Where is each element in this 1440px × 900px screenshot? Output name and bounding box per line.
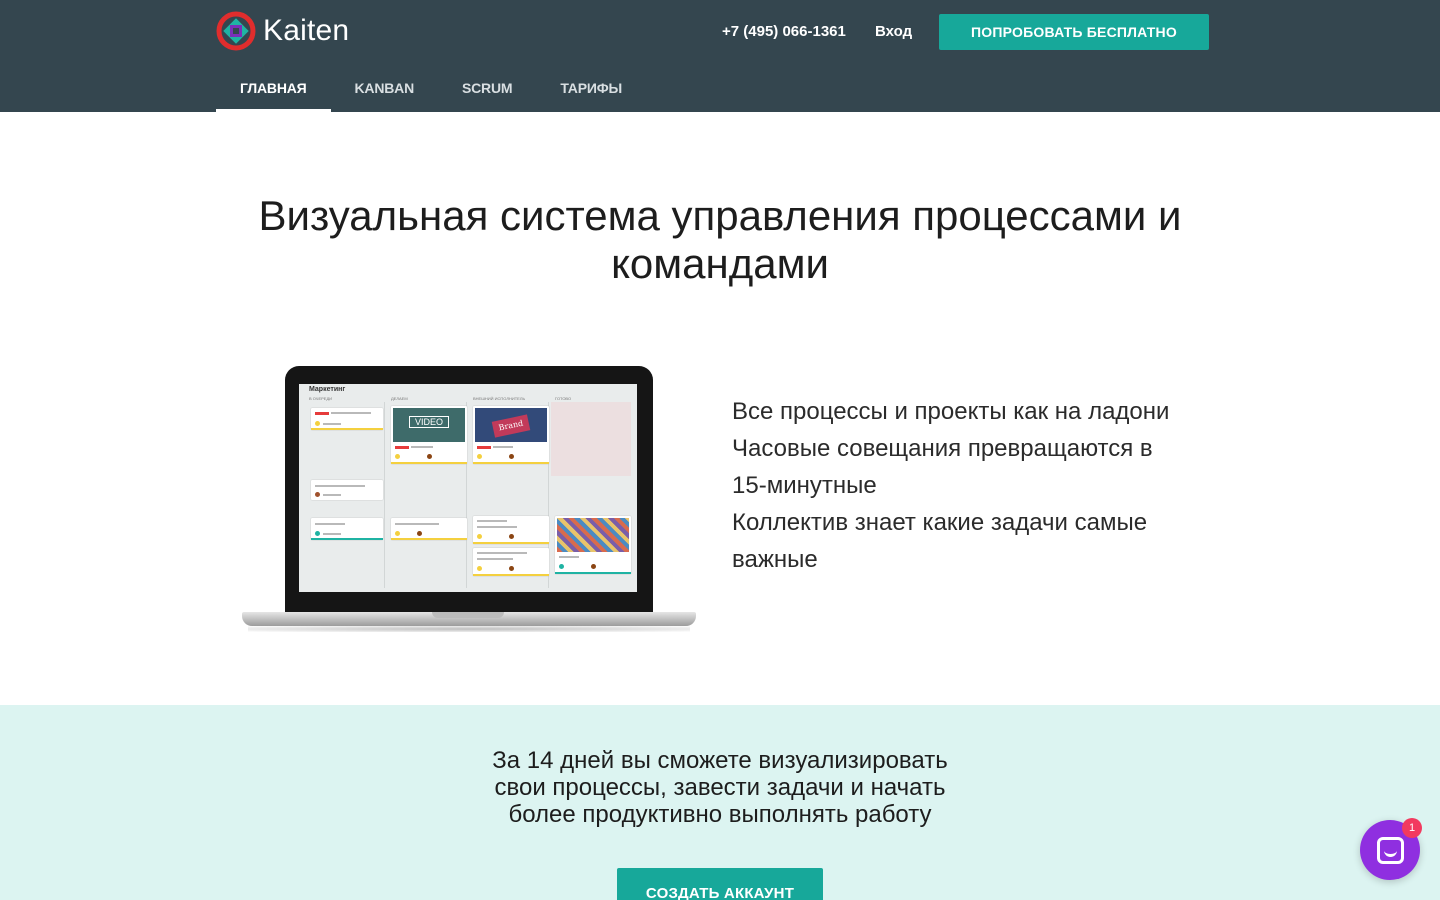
board-card (473, 516, 549, 544)
benefit-line: важные (732, 546, 818, 573)
try-free-button[interactable]: ПОПРОБОВАТЬ БЕСПЛАТНО (939, 14, 1209, 50)
hero-title-line: Визуальная система управления процессами… (258, 192, 1182, 239)
login-link[interactable]: Вход (875, 23, 912, 40)
chat-unread-badge: 1 (1402, 818, 1422, 838)
nav-item-scrum[interactable]: SCRUM (438, 66, 536, 112)
board-card (473, 548, 549, 576)
board-card: VIDEO (391, 406, 467, 464)
benefits-text: Все процессы и проекты как на ладони Час… (732, 393, 1202, 578)
benefit-line: 15-минутные (732, 472, 877, 499)
benefit-line: Часовые совещания превращаются в (732, 435, 1153, 462)
logo[interactable]: Kaiten (215, 10, 349, 52)
kaiten-logo-icon (215, 10, 257, 52)
nav-item-kanban[interactable]: KANBAN (331, 66, 438, 112)
column-header: Делаем (391, 396, 408, 401)
column-header: Внешний исполнитель (473, 396, 526, 401)
board-card (311, 518, 383, 540)
create-account-button[interactable]: СОЗДАТЬ АККАУНТ (617, 868, 823, 900)
board-card (311, 480, 383, 500)
card-image-label: VIDEO (409, 416, 449, 428)
kanban-board-screenshot: Маркетинг В очереди Делаем Внешний испол… (299, 384, 637, 592)
board-card: Brand (473, 406, 549, 464)
cta-text: За 14 дней вы сможете визуализировать св… (0, 747, 1440, 828)
cta-line: свои процессы, завести задачи и начать (494, 774, 946, 801)
column-header: В очереди (309, 396, 333, 401)
hero-title: Визуальная система управления процессами… (0, 192, 1440, 288)
laptop-illustration: Маркетинг В очереди Делаем Внешний испол… (242, 366, 696, 634)
board-card (391, 518, 467, 540)
cta-line: За 14 дней вы сможете визуализировать (492, 747, 948, 774)
phone-link[interactable]: +7 (495) 066-1361 (722, 23, 846, 40)
laptop-notch (432, 612, 504, 618)
main-nav: ГЛАВНАЯ KANBAN SCRUM ТАРИФЫ (216, 66, 646, 112)
board-card (555, 516, 631, 574)
board-column (551, 402, 631, 476)
nav-item-home[interactable]: ГЛАВНАЯ (216, 66, 331, 112)
laptop-shadow (248, 626, 690, 632)
board-title: Маркетинг (309, 386, 346, 393)
laptop-bezel: Маркетинг В очереди Делаем Внешний испол… (285, 366, 653, 614)
hero-title-line: командами (611, 240, 829, 287)
nav-item-pricing[interactable]: ТАРИФЫ (536, 66, 646, 112)
chat-icon (1377, 837, 1404, 864)
column-header: Готово (555, 396, 572, 401)
cta-line: более продуктивно выполнять работу (508, 801, 932, 828)
cta-section: За 14 дней вы сможете визуализировать св… (0, 705, 1440, 900)
benefit-line: Коллектив знает какие задачи самые (732, 509, 1148, 536)
benefit-line: Все процессы и проекты как на ладони (732, 398, 1170, 425)
board-card (311, 408, 383, 430)
site-header: Kaiten +7 (495) 066-1361 Вход ПОПРОБОВАТ… (0, 0, 1440, 112)
logo-text: Kaiten (263, 14, 350, 47)
card-image-label: Brand (491, 414, 531, 438)
